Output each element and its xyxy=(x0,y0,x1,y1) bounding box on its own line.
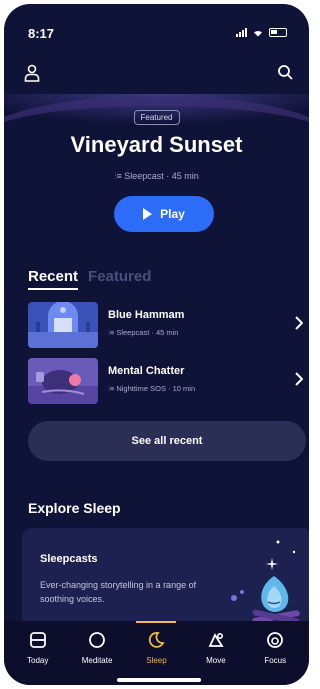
list-item[interactable]: Blue Hammam ⫶≡ Sleepcast · 45 min xyxy=(28,302,303,350)
play-icon xyxy=(143,208,153,220)
play-button[interactable]: Play xyxy=(114,196,214,232)
moon-icon xyxy=(149,632,165,648)
tab-label: Sleep xyxy=(146,656,167,665)
list-item-title: Mental Chatter xyxy=(108,365,185,377)
hero-title: Vineyard Sunset xyxy=(70,132,243,157)
focus-icon xyxy=(267,632,284,648)
list-item[interactable]: Mental Chatter ⫶≡ Nighttime SOS · 10 min xyxy=(28,358,303,406)
featured-badge: Featured xyxy=(133,110,180,125)
list-item-subtitle: ⫶≡ Nighttime SOS · 10 min xyxy=(108,384,196,393)
circle-icon xyxy=(89,632,105,648)
flame-illustration xyxy=(231,540,300,625)
wifi-icon xyxy=(254,30,262,37)
person-icon[interactable] xyxy=(24,64,40,82)
bottom-tab-bar: Today Meditate Sleep Move Focus xyxy=(4,621,309,685)
status-icons xyxy=(236,28,287,37)
chevron-right-icon xyxy=(295,372,303,386)
tab-label: Move xyxy=(206,656,226,665)
tab-label: Today xyxy=(27,656,49,665)
tab-move[interactable]: Move xyxy=(190,621,242,685)
sound-icon: ⫶≡ xyxy=(114,171,125,181)
blue-hammam-thumbnail xyxy=(28,302,98,348)
hero-meta-text: Sleepcast · 45 min xyxy=(124,171,199,181)
chevron-right-icon xyxy=(295,316,303,330)
card-description: Ever-changing storytelling in a range of… xyxy=(40,580,197,604)
tab-featured[interactable]: Featured xyxy=(88,268,151,290)
status-time: 8:17 xyxy=(28,26,55,41)
see-all-recent-button[interactable]: See all recent xyxy=(28,421,306,461)
tab-meditate[interactable]: Meditate xyxy=(71,621,123,685)
move-icon xyxy=(208,632,224,647)
battery-icon xyxy=(269,28,287,37)
card-title: Sleepcasts xyxy=(40,553,98,565)
tab-label: Meditate xyxy=(81,656,113,665)
list-item-title: Blue Hammam xyxy=(108,309,185,321)
calendar-icon xyxy=(29,632,46,648)
explore-heading: Explore Sleep xyxy=(28,500,121,516)
mental-chatter-thumbnail xyxy=(28,358,98,404)
search-icon[interactable] xyxy=(277,64,293,82)
signal-icon xyxy=(236,28,247,37)
app-screen: 8:17 Featured Vineyard Sunset ⫶≡ Sleepca… xyxy=(4,4,309,685)
sleepcasts-card[interactable]: Sleepcasts Ever-changing storytelling in… xyxy=(22,528,309,628)
tab-sleep[interactable]: Sleep xyxy=(130,621,182,685)
top-nav xyxy=(4,64,309,94)
home-indicator xyxy=(117,678,201,682)
play-label: Play xyxy=(160,207,185,221)
list-item-subtitle: ⫶≡ Sleepcast · 45 min xyxy=(108,328,179,337)
status-bar: 8:17 xyxy=(4,4,309,48)
list-item-meta: Sleepcast · 45 min xyxy=(116,328,179,337)
list-item-meta: Nighttime SOS · 10 min xyxy=(116,384,196,393)
tab-label: Focus xyxy=(264,656,287,665)
tab-recent[interactable]: Recent xyxy=(28,268,79,290)
tab-focus[interactable]: Focus xyxy=(249,621,301,685)
hero-meta: ⫶≡ Sleepcast · 45 min xyxy=(4,171,309,182)
content-tabs: Recent Featured xyxy=(28,268,151,290)
tab-today[interactable]: Today xyxy=(12,621,64,685)
